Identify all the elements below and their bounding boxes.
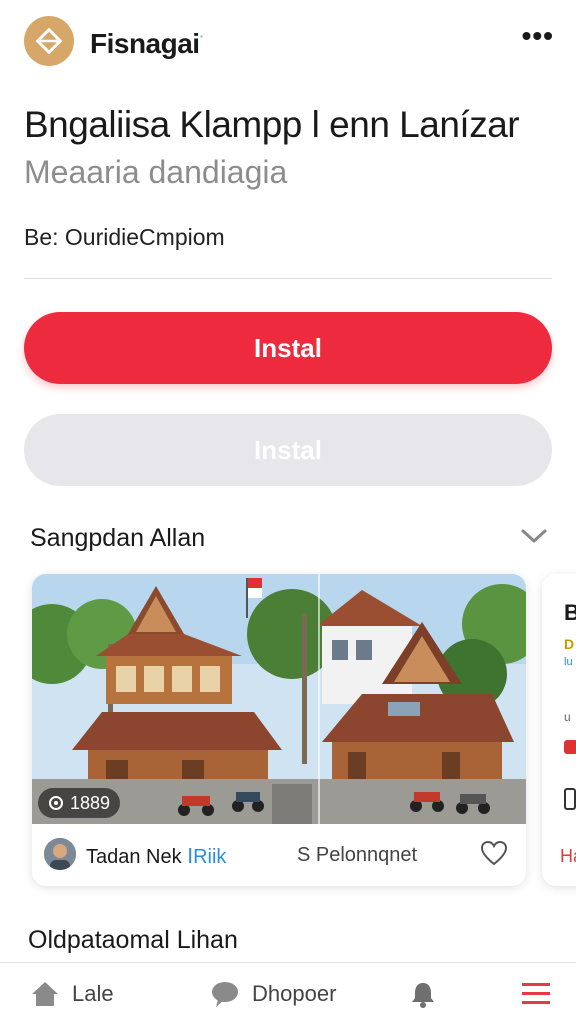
install-button-disabled[interactable]: Instal [24, 414, 552, 486]
nav-home-label: Lale [72, 981, 114, 1006]
brand-mark: · [199, 28, 205, 44]
chevron-down-icon[interactable] [520, 526, 548, 546]
section-heading: Oldpataomal Lihan [28, 926, 238, 954]
phone-icon [564, 788, 576, 810]
photo-count-badge: 1889 [38, 788, 121, 818]
page-title: Bngaliisa Klampp l enn Lanízar [24, 104, 520, 145]
page-subtitle: Meaaria dandiagia [24, 154, 288, 190]
nav-item-chat[interactable]: Dhopoer [210, 963, 336, 1024]
photo-count: 1889 [70, 792, 111, 813]
nav-item-notifications[interactable] [408, 963, 438, 1024]
app-header: Fisnagai· ••• [0, 0, 576, 80]
next-card-tag: D [564, 636, 575, 652]
bell-icon [412, 983, 434, 1008]
card-meta: S Pelonnqnet [297, 844, 418, 866]
next-card-sub1: lu [564, 656, 573, 668]
divider [24, 278, 552, 279]
author-label: Tadan Nek [86, 846, 182, 868]
next-card-footer: Ha [560, 846, 576, 866]
bottom-nav: Lale Dhopoer [0, 962, 576, 1024]
chat-icon [212, 982, 238, 1007]
section-title: Sangpdan Allan [30, 524, 206, 552]
avatar-image [44, 838, 76, 870]
app-logo[interactable] [24, 16, 74, 66]
next-card-sub2: u [564, 710, 571, 724]
menu-icon [522, 983, 550, 1004]
bag-icon [564, 740, 576, 754]
install-button[interactable]: Instal [24, 312, 552, 384]
avatar[interactable] [44, 838, 76, 870]
publisher-byline: Be: OuridieCmpiom [24, 224, 225, 250]
camera-icon [49, 796, 63, 810]
home-icon [32, 982, 58, 1006]
brand-name: Fisnagai· [90, 28, 204, 60]
heart-icon[interactable] [480, 840, 508, 866]
next-listing-card[interactable]: B D lu u Ha [542, 574, 576, 886]
nav-item-menu[interactable] [520, 963, 552, 1024]
author-name[interactable]: Tadan Nek ⅠRiik [86, 844, 226, 869]
next-card-heading: B [564, 600, 576, 625]
nav-item-home[interactable]: Lale [30, 963, 114, 1024]
author-link[interactable]: ⅠRiik [187, 846, 226, 868]
diamond-logo-icon [35, 27, 63, 55]
brand-label: Fisnagai [90, 28, 200, 59]
listing-card[interactable]: 1889 Tadan Nek ⅠRiik S Pelonnqnet [32, 574, 526, 886]
house-photo[interactable] [32, 574, 526, 824]
nav-chat-label: Dhopoer [252, 981, 337, 1006]
more-icon[interactable]: ••• [522, 22, 554, 50]
